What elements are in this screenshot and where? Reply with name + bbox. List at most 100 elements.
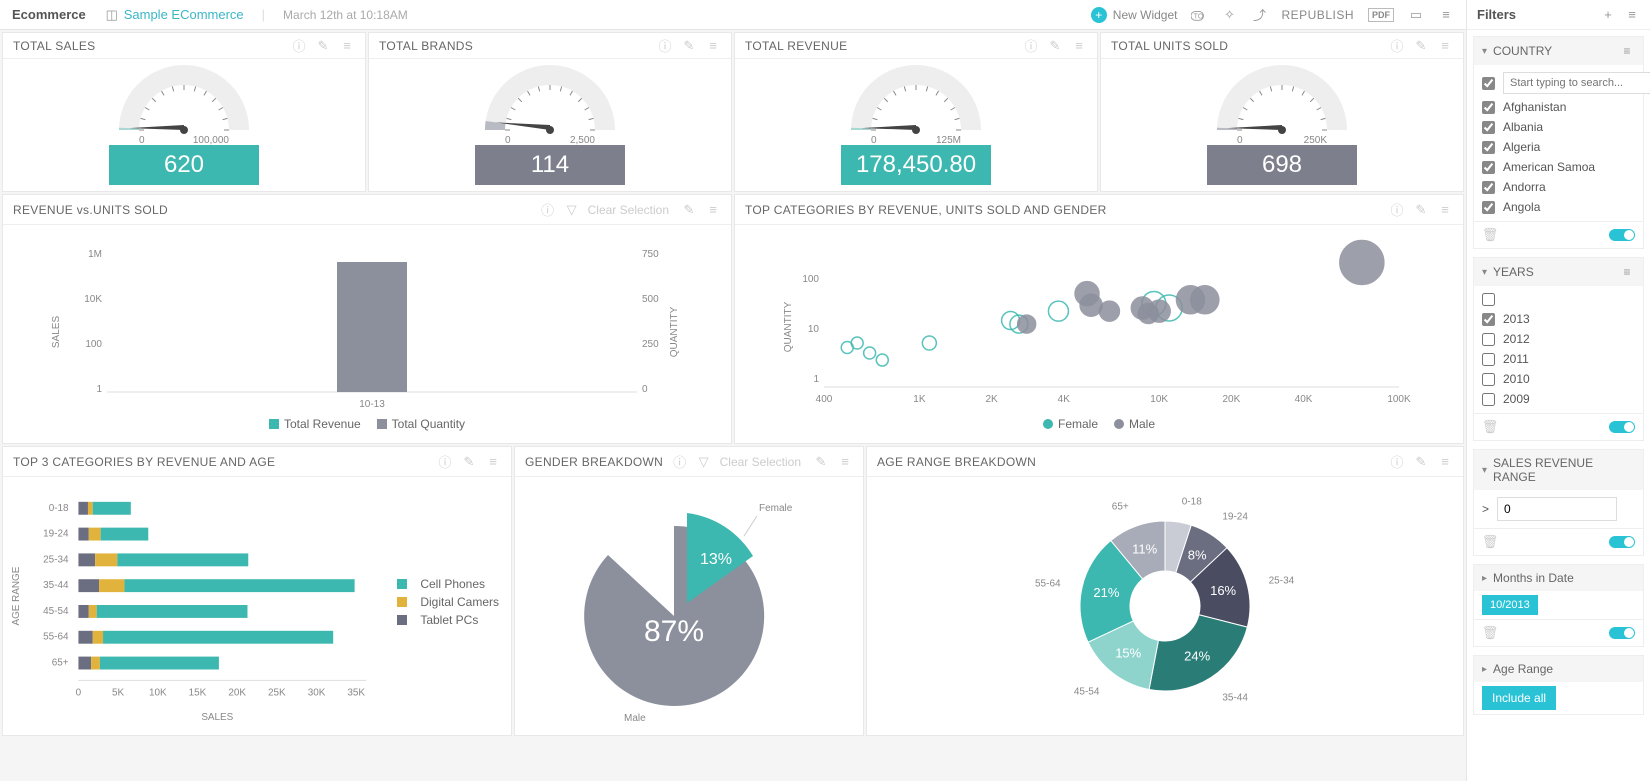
pencil-icon[interactable]: ✎ bbox=[681, 202, 697, 218]
year-label: 2010 bbox=[1503, 372, 1530, 386]
pencil-icon[interactable]: ✎ bbox=[315, 38, 331, 54]
filter-toggle[interactable] bbox=[1609, 536, 1635, 548]
clear-selection-button[interactable]: Clear Selection bbox=[720, 455, 801, 469]
trash-icon[interactable]: 🗑 bbox=[1482, 227, 1498, 243]
info-icon[interactable]: ⓘ bbox=[657, 38, 673, 54]
svg-text:SALES: SALES bbox=[51, 316, 62, 349]
pencil-icon[interactable]: ✎ bbox=[1047, 38, 1063, 54]
country-checkbox[interactable] bbox=[1482, 141, 1495, 154]
svg-text:10K: 10K bbox=[1150, 394, 1168, 405]
filter-toggle[interactable] bbox=[1609, 627, 1635, 639]
pencil-icon[interactable]: ✎ bbox=[461, 454, 477, 470]
info-icon[interactable]: ⓘ bbox=[1023, 38, 1039, 54]
country-search-input[interactable] bbox=[1503, 72, 1650, 94]
svg-text:55-64: 55-64 bbox=[1035, 579, 1061, 590]
filter-icon[interactable]: ▽ bbox=[564, 202, 580, 218]
pin-icon[interactable]: ✧ bbox=[1221, 7, 1237, 23]
country-checkbox[interactable] bbox=[1482, 101, 1495, 114]
info-icon[interactable]: ⓘ bbox=[1389, 202, 1405, 218]
select-all-checkbox[interactable] bbox=[1482, 293, 1495, 306]
info-icon[interactable]: ⓘ bbox=[540, 202, 556, 218]
info-icon[interactable]: ⓘ bbox=[437, 454, 453, 470]
menu-icon[interactable]: ≡ bbox=[1437, 202, 1453, 218]
year-label: 2012 bbox=[1503, 332, 1530, 346]
country-checkbox[interactable] bbox=[1482, 181, 1495, 194]
menu-icon[interactable]: ≡ bbox=[1437, 454, 1453, 470]
new-widget-button[interactable]: + New Widget bbox=[1091, 7, 1178, 23]
svg-text:1K: 1K bbox=[913, 394, 926, 405]
svg-text:65+: 65+ bbox=[52, 658, 69, 669]
country-checkbox[interactable] bbox=[1482, 201, 1495, 214]
pdf-button[interactable]: PDF bbox=[1368, 8, 1394, 22]
year-checkbox[interactable] bbox=[1482, 353, 1495, 366]
svg-text:Male: Male bbox=[624, 713, 646, 724]
clear-selection-button[interactable]: Clear Selection bbox=[588, 203, 669, 217]
filter-head-months[interactable]: ▸Months in Date bbox=[1474, 565, 1643, 591]
menu-icon[interactable]: ≡ bbox=[1619, 264, 1635, 280]
trash-icon[interactable]: 🗑 bbox=[1482, 625, 1498, 641]
pencil-icon[interactable]: ✎ bbox=[813, 454, 829, 470]
svg-text:4K: 4K bbox=[1058, 394, 1071, 405]
include-all-button[interactable]: Include all bbox=[1482, 686, 1556, 710]
info-icon[interactable]: ⓘ bbox=[1389, 454, 1405, 470]
filter-head-sales-range[interactable]: ▾SALES REVENUE RANGE bbox=[1474, 450, 1643, 490]
scatter-chart: QUANTITY 100 10 1 4001K2K4K10K20K40K100K bbox=[741, 237, 1457, 417]
info-icon[interactable]: ⓘ bbox=[672, 454, 688, 470]
sales-range-input[interactable] bbox=[1497, 497, 1617, 521]
svg-text:35-44: 35-44 bbox=[1222, 692, 1248, 703]
year-checkbox[interactable] bbox=[1482, 393, 1495, 406]
year-checkbox[interactable] bbox=[1482, 313, 1495, 326]
present-icon[interactable]: ▭ bbox=[1408, 7, 1424, 23]
country-checkbox[interactable] bbox=[1482, 121, 1495, 134]
filter-icon[interactable]: ▽ bbox=[696, 454, 712, 470]
svg-text:400: 400 bbox=[816, 394, 833, 405]
month-chip[interactable]: 10/2013 bbox=[1482, 595, 1538, 615]
widget-title: TOP CATEGORIES BY REVENUE, UNITS SOLD AN… bbox=[745, 203, 1107, 217]
menu-icon[interactable]: ≡ bbox=[1619, 43, 1635, 59]
filter-toggle[interactable] bbox=[1609, 229, 1635, 241]
country-checkbox[interactable] bbox=[1482, 161, 1495, 174]
chart-legend: Female Male bbox=[1043, 417, 1155, 431]
pencil-icon[interactable]: ✎ bbox=[1413, 38, 1429, 54]
kpi-widget-1: TOTAL BRANDS ⓘ✎≡ 0 2,500 114 bbox=[368, 32, 732, 192]
svg-text:0: 0 bbox=[76, 687, 82, 698]
trash-icon[interactable]: 🗑 bbox=[1482, 419, 1498, 435]
menu-icon[interactable]: ≡ bbox=[1437, 38, 1453, 54]
filter-head-age-range[interactable]: ▸Age Range bbox=[1474, 656, 1643, 682]
trash-icon[interactable]: 🗑 bbox=[1482, 534, 1498, 550]
menu-icon[interactable]: ≡ bbox=[705, 202, 721, 218]
data-source-link[interactable]: ◫ Sample ECommerce bbox=[104, 7, 244, 23]
year-checkbox[interactable] bbox=[1482, 333, 1495, 346]
menu-icon[interactable]: ≡ bbox=[339, 38, 355, 54]
svg-text:24%: 24% bbox=[1184, 649, 1210, 664]
share-icon[interactable]: ⤴ bbox=[1251, 7, 1267, 23]
filter-head-country[interactable]: ▾COUNTRY≡ bbox=[1474, 37, 1643, 65]
pencil-icon[interactable]: ✎ bbox=[1413, 202, 1429, 218]
menu-icon[interactable]: ≡ bbox=[705, 38, 721, 54]
style-icon[interactable]: TO bbox=[1191, 7, 1207, 23]
svg-text:20K: 20K bbox=[228, 687, 246, 698]
menu-icon[interactable]: ≡ bbox=[1071, 38, 1087, 54]
select-all-checkbox[interactable] bbox=[1482, 77, 1495, 90]
republish-button[interactable]: REPUBLISH bbox=[1281, 8, 1354, 22]
menu-icon[interactable]: ≡ bbox=[837, 454, 853, 470]
add-filter-button[interactable]: + bbox=[1600, 7, 1616, 23]
country-label: Andorra bbox=[1503, 180, 1546, 194]
svg-text:87%: 87% bbox=[644, 615, 704, 648]
svg-text:1: 1 bbox=[96, 384, 102, 395]
svg-text:TO: TO bbox=[1194, 12, 1204, 20]
filter-toggle[interactable] bbox=[1609, 421, 1635, 433]
filter-head-years[interactable]: ▾YEARS≡ bbox=[1474, 258, 1643, 286]
pencil-icon[interactable]: ✎ bbox=[1413, 454, 1429, 470]
menu-icon[interactable]: ≡ bbox=[485, 454, 501, 470]
info-icon[interactable]: ⓘ bbox=[291, 38, 307, 54]
svg-text:0: 0 bbox=[642, 384, 648, 395]
menu-icon[interactable]: ≡ bbox=[1438, 7, 1454, 23]
filters-menu-icon[interactable]: ≡ bbox=[1624, 7, 1640, 23]
pencil-icon[interactable]: ✎ bbox=[681, 38, 697, 54]
svg-text:100K: 100K bbox=[1387, 394, 1411, 405]
info-icon[interactable]: ⓘ bbox=[1389, 38, 1405, 54]
widget-age-breakdown: AGE RANGE BREAKDOWN ⓘ ✎ ≡ 0-188%19-2416%… bbox=[866, 446, 1464, 736]
country-label: Albania bbox=[1503, 120, 1543, 134]
year-checkbox[interactable] bbox=[1482, 373, 1495, 386]
